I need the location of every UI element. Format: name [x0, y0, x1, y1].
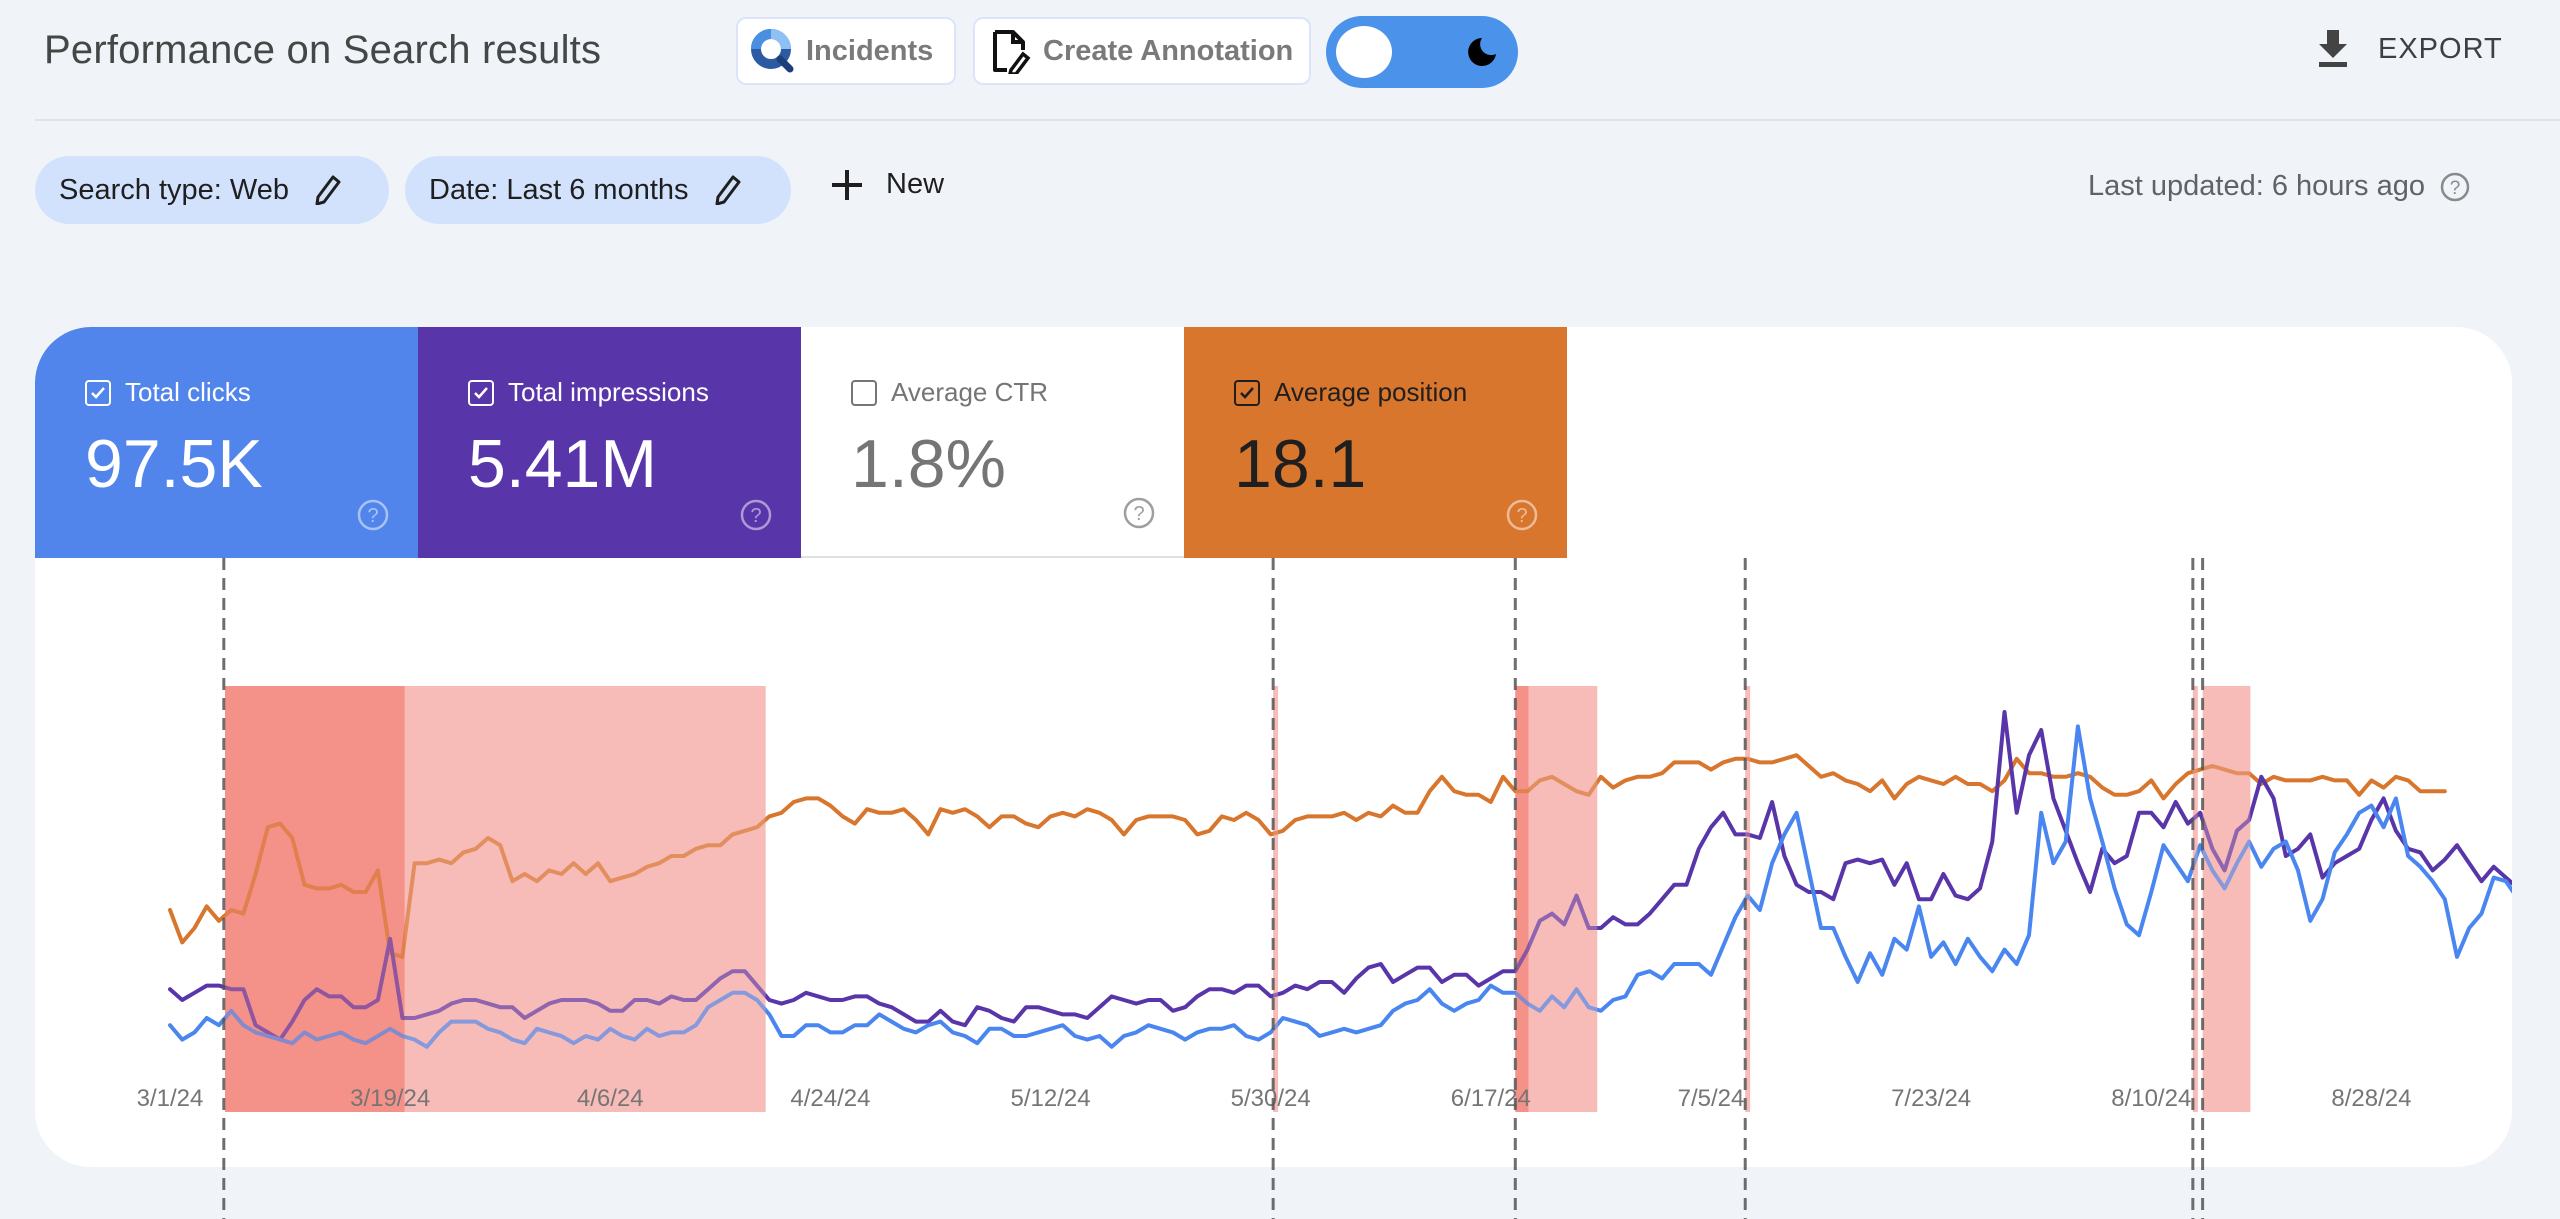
incident-band-tint: [1745, 686, 1751, 1112]
incident-band-tint: [1273, 686, 1279, 1112]
export-button[interactable]: EXPORT: [2318, 30, 2503, 68]
metric-tab-average-position[interactable]: Average position 18.1 ?: [1184, 327, 1567, 558]
help-icon[interactable]: ?: [1505, 498, 1539, 532]
checkbox-checked-icon[interactable]: [1234, 379, 1260, 406]
header-divider: [35, 119, 2560, 121]
incident-band-tint: [2192, 686, 2198, 1112]
incident-band-tint: [225, 686, 405, 1112]
checkbox-checked-icon[interactable]: [468, 379, 494, 406]
last-updated: Last updated: 6 hours ago ?: [2088, 170, 2471, 203]
filter-chip-search-type[interactable]: Search type: Web: [35, 156, 389, 224]
x-tick-label: 3/1/24: [137, 1085, 204, 1112]
chart-plot: 3/1/24 3/19/24 4/6/24 4/24/24 5/12/24 5/30/24…: [137, 686, 2512, 1112]
x-tick-label: 5/12/24: [1011, 1085, 1091, 1112]
last-updated-text: Last updated: 6 hours ago: [2088, 170, 2425, 202]
toggle-knob: [1336, 26, 1392, 78]
filter-chip-date[interactable]: Date: Last 6 months: [405, 156, 791, 224]
x-tick-label: 7/23/24: [1891, 1085, 1971, 1112]
help-icon[interactable]: ?: [2439, 171, 2471, 203]
svg-text:?: ?: [1516, 505, 1527, 527]
pencil-icon[interactable]: [315, 175, 341, 205]
x-tick-label: 5/30/24: [1231, 1085, 1311, 1112]
plus-icon: [832, 169, 862, 200]
x-tick-label: 3/19/24: [350, 1085, 430, 1112]
x-tick-label: 8/28/24: [2331, 1085, 2411, 1112]
incidents-button[interactable]: Incidents: [736, 17, 956, 85]
incident-band-tint: [2202, 686, 2251, 1112]
theme-toggle[interactable]: [1326, 16, 1518, 88]
filter-chip-label: Date: Last 6 months: [429, 173, 689, 206]
create-annotation-label: Create Annotation: [1043, 34, 1294, 67]
export-label: EXPORT: [2378, 32, 2503, 65]
metric-tab-total-impressions[interactable]: Total impressions 5.41M ?: [418, 327, 801, 558]
svg-text:?: ?: [367, 505, 378, 527]
metric-label: Average CTR: [891, 377, 1049, 407]
checkbox-unchecked-icon[interactable]: [851, 379, 877, 406]
metric-label: Total impressions: [508, 377, 709, 407]
help-icon[interactable]: ?: [739, 498, 773, 532]
svg-text:?: ?: [750, 505, 761, 527]
new-filter-button[interactable]: New: [832, 168, 944, 201]
metric-value: 5.41M: [468, 426, 657, 502]
help-icon[interactable]: ?: [1122, 496, 1156, 530]
x-tick-label: 6/17/24: [1451, 1085, 1531, 1112]
pencil-icon[interactable]: [715, 175, 741, 205]
x-tick-label: 8/10/24: [2111, 1085, 2191, 1112]
metric-label: Total clicks: [125, 377, 251, 407]
incidents-logo-icon: [751, 29, 794, 73]
incidents-label: Incidents: [806, 34, 934, 67]
checkbox-checked-icon[interactable]: [85, 379, 111, 406]
help-icon[interactable]: ?: [356, 498, 390, 532]
download-icon: [2319, 30, 2347, 67]
x-tick-label: 7/5/24: [1678, 1085, 1745, 1112]
create-annotation-button[interactable]: Create Annotation: [973, 17, 1311, 85]
new-filter-label: New: [886, 168, 945, 200]
page-title: Performance on Search results: [44, 28, 602, 72]
file-edit-icon: [993, 30, 1031, 74]
metric-tab-average-ctr[interactable]: Average CTR 1.8% ?: [801, 327, 1184, 558]
metric-tab-total-clicks[interactable]: Total clicks 97.5K ?: [35, 327, 418, 558]
incident-band-tint: [1528, 686, 1598, 1112]
metric-value: 18.1: [1234, 426, 1367, 502]
filter-chip-label: Search type: Web: [59, 173, 289, 206]
x-tick-label: 4/6/24: [577, 1085, 644, 1112]
metric-value: 1.8%: [851, 426, 1006, 502]
moon-icon: [1468, 38, 1496, 66]
metric-value: 97.5K: [85, 426, 263, 502]
incident-band-tint: [404, 686, 766, 1112]
x-tick-label: 4/24/24: [790, 1085, 870, 1112]
metric-label: Average position: [1274, 377, 1468, 407]
incident-band-tint: [1515, 686, 1529, 1112]
svg-text:?: ?: [2450, 178, 2461, 199]
performance-card: 3/1/24 3/19/24 4/6/24 4/24/24 5/12/24 5/30/24…: [35, 327, 2512, 1167]
svg-text:?: ?: [1133, 503, 1144, 525]
